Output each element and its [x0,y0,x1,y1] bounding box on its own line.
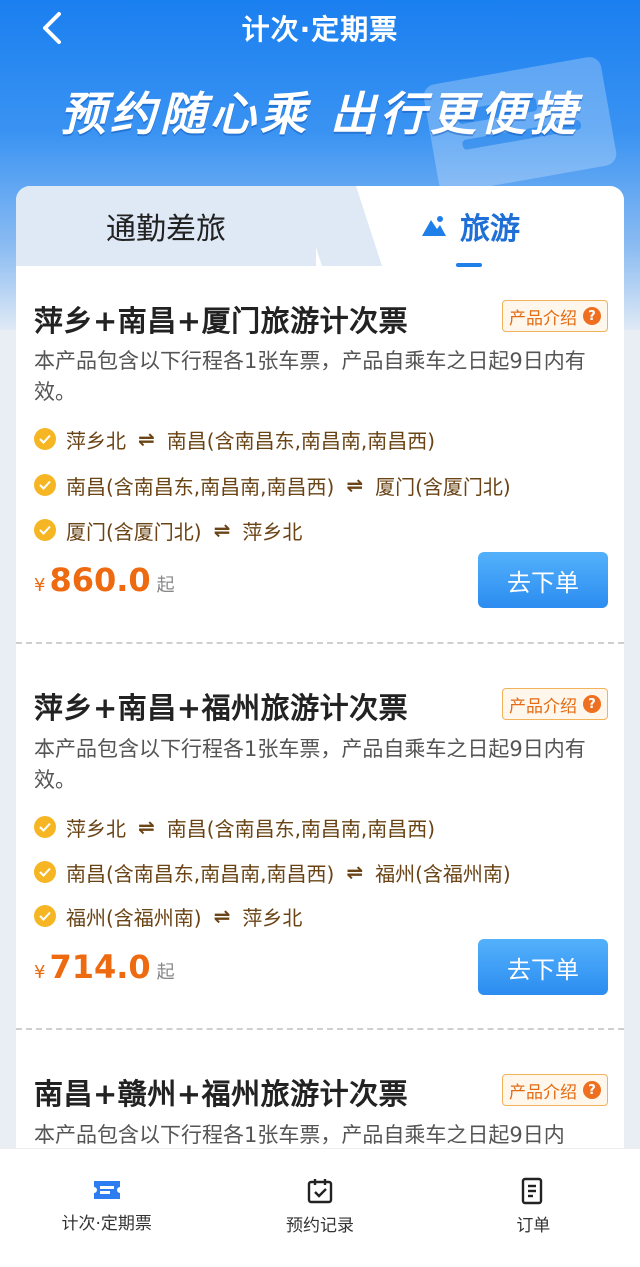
product-title: 南昌+赣州+福州旅游计次票 [34,1077,409,1111]
route-item: 厦门(含厦门北) ⇌ 萍乡北 [34,516,302,544]
route-to: 南昌(含南昌东,南昌南,南昌西) [166,816,436,841]
divider [16,1028,624,1030]
route-item: 南昌(含南昌东,南昌南,南昌西) ⇌ 厦门(含厦门北) [34,471,511,499]
question-icon: ? [583,307,601,325]
question-icon: ? [583,695,601,713]
bottom-nav-orders[interactable]: 订单 [427,1149,640,1267]
route-to: 萍乡北 [242,905,303,930]
product-intro-button[interactable]: 产品介绍 ? [502,1074,608,1106]
round-trip-icon: ⇌ [138,815,155,839]
round-trip-icon: ⇌ [213,518,231,542]
route-item: 南昌(含南昌东,南昌南,南昌西) ⇌ 福州(含福州南) [34,858,511,886]
calendar-check-icon [307,1179,333,1204]
route-from: 厦门(含厦门北) [66,519,202,544]
order-button[interactable]: 去下单 [478,552,608,608]
currency-symbol: ¥ [34,962,46,983]
bottom-nav-label: 预约记录 [285,1216,354,1236]
tab-travel[interactable]: 旅游 [316,186,624,266]
route-from: 南昌(含南昌东,南昌南,南昌西) [66,474,335,499]
round-trip-icon: ⇌ [138,427,155,451]
tab-travel-label: 旅游 [460,212,520,247]
bottom-nav-label: 计次·定期票 [61,1214,152,1234]
round-trip-icon: ⇌ [213,904,231,928]
bottom-nav-reservations[interactable]: 预约记录 [213,1149,426,1267]
bottom-nav-label: 订单 [516,1216,551,1236]
route-to: 南昌(含南昌东,南昌南,南昌西) [166,428,436,453]
bottom-nav-ticket[interactable]: 计次·定期票 [0,1149,213,1267]
check-icon [34,474,56,496]
divider [16,642,624,644]
round-trip-icon: ⇌ [346,860,364,884]
check-icon [34,816,56,838]
round-trip-icon: ⇌ [346,473,364,497]
route-from: 福州(含福州南) [66,905,202,930]
product-intro-button[interactable]: 产品介绍 ? [502,688,608,720]
order-button[interactable]: 去下单 [478,939,608,995]
tab-commute[interactable]: 通勤差旅 [16,186,316,266]
route-from: 萍乡北 [66,816,126,841]
ticket-icon [93,1181,120,1199]
route-item: 福州(含福州南) ⇌ 萍乡北 [34,902,302,930]
product-intro-button[interactable]: 产品介绍 ? [502,300,608,332]
question-icon: ? [583,1081,601,1099]
order-list-icon [522,1177,543,1205]
product-title: 萍乡+南昌+福州旅游计次票 [34,691,409,725]
route-item: 萍乡北 ⇌ 南昌(含南昌东,南昌南,南昌西) [34,813,435,841]
product-intro-label: 产品介绍 [509,696,577,717]
check-icon [34,905,56,927]
currency-symbol: ¥ [34,575,46,596]
tab-commute-label: 通勤差旅 [106,212,226,247]
product-intro-label: 产品介绍 [509,308,577,329]
price: ¥ 860.0 起 [34,561,175,599]
bottom-navigation: 计次·定期票 预约记录 订单 [0,1148,640,1267]
route-to: 福州(含福州南) [375,861,511,886]
product-description: 本产品包含以下行程各1张车票，产品自乘车之日起9日内有效。 [34,349,586,404]
route-to: 厦门(含厦门北) [375,474,511,499]
mountain-icon [422,216,446,236]
product-title: 萍乡+南昌+厦门旅游计次票 [34,304,409,338]
route-from: 南昌(含南昌东,南昌南,南昌西) [66,861,335,886]
price-suffix: 起 [156,962,175,983]
route-item: 萍乡北 ⇌ 南昌(含南昌东,南昌南,南昌西) [34,425,435,453]
page-title: 计次·定期票 [241,13,399,46]
active-tab-indicator [456,263,482,267]
navigation-bar: 计次·定期票 [0,0,640,52]
product-card-container: 通勤差旅 旅游 萍乡+南昌+厦门旅游计次票 产品介绍 ? 本产品包含以下行程各1… [16,186,624,1186]
price-suffix: 起 [156,575,175,596]
price-value: 714.0 [49,948,151,986]
check-icon [34,861,56,883]
product-intro-label: 产品介绍 [509,1082,577,1103]
check-icon [34,428,56,450]
route-to: 萍乡北 [242,519,303,544]
check-icon [34,519,56,541]
product-description: 本产品包含以下行程各1张车票，产品自乘车之日起9日内有效。 [34,737,586,792]
product-description: 本产品包含以下行程各1张车票，产品自乘车之日起9日内 [34,1123,565,1147]
slogan-banner: 预约随心乘 出行更便捷 [59,87,580,141]
tab-bar: 通勤差旅 旅游 [16,186,624,267]
price: ¥ 714.0 起 [34,948,175,986]
price-value: 860.0 [49,561,151,599]
route-from: 萍乡北 [66,428,126,453]
